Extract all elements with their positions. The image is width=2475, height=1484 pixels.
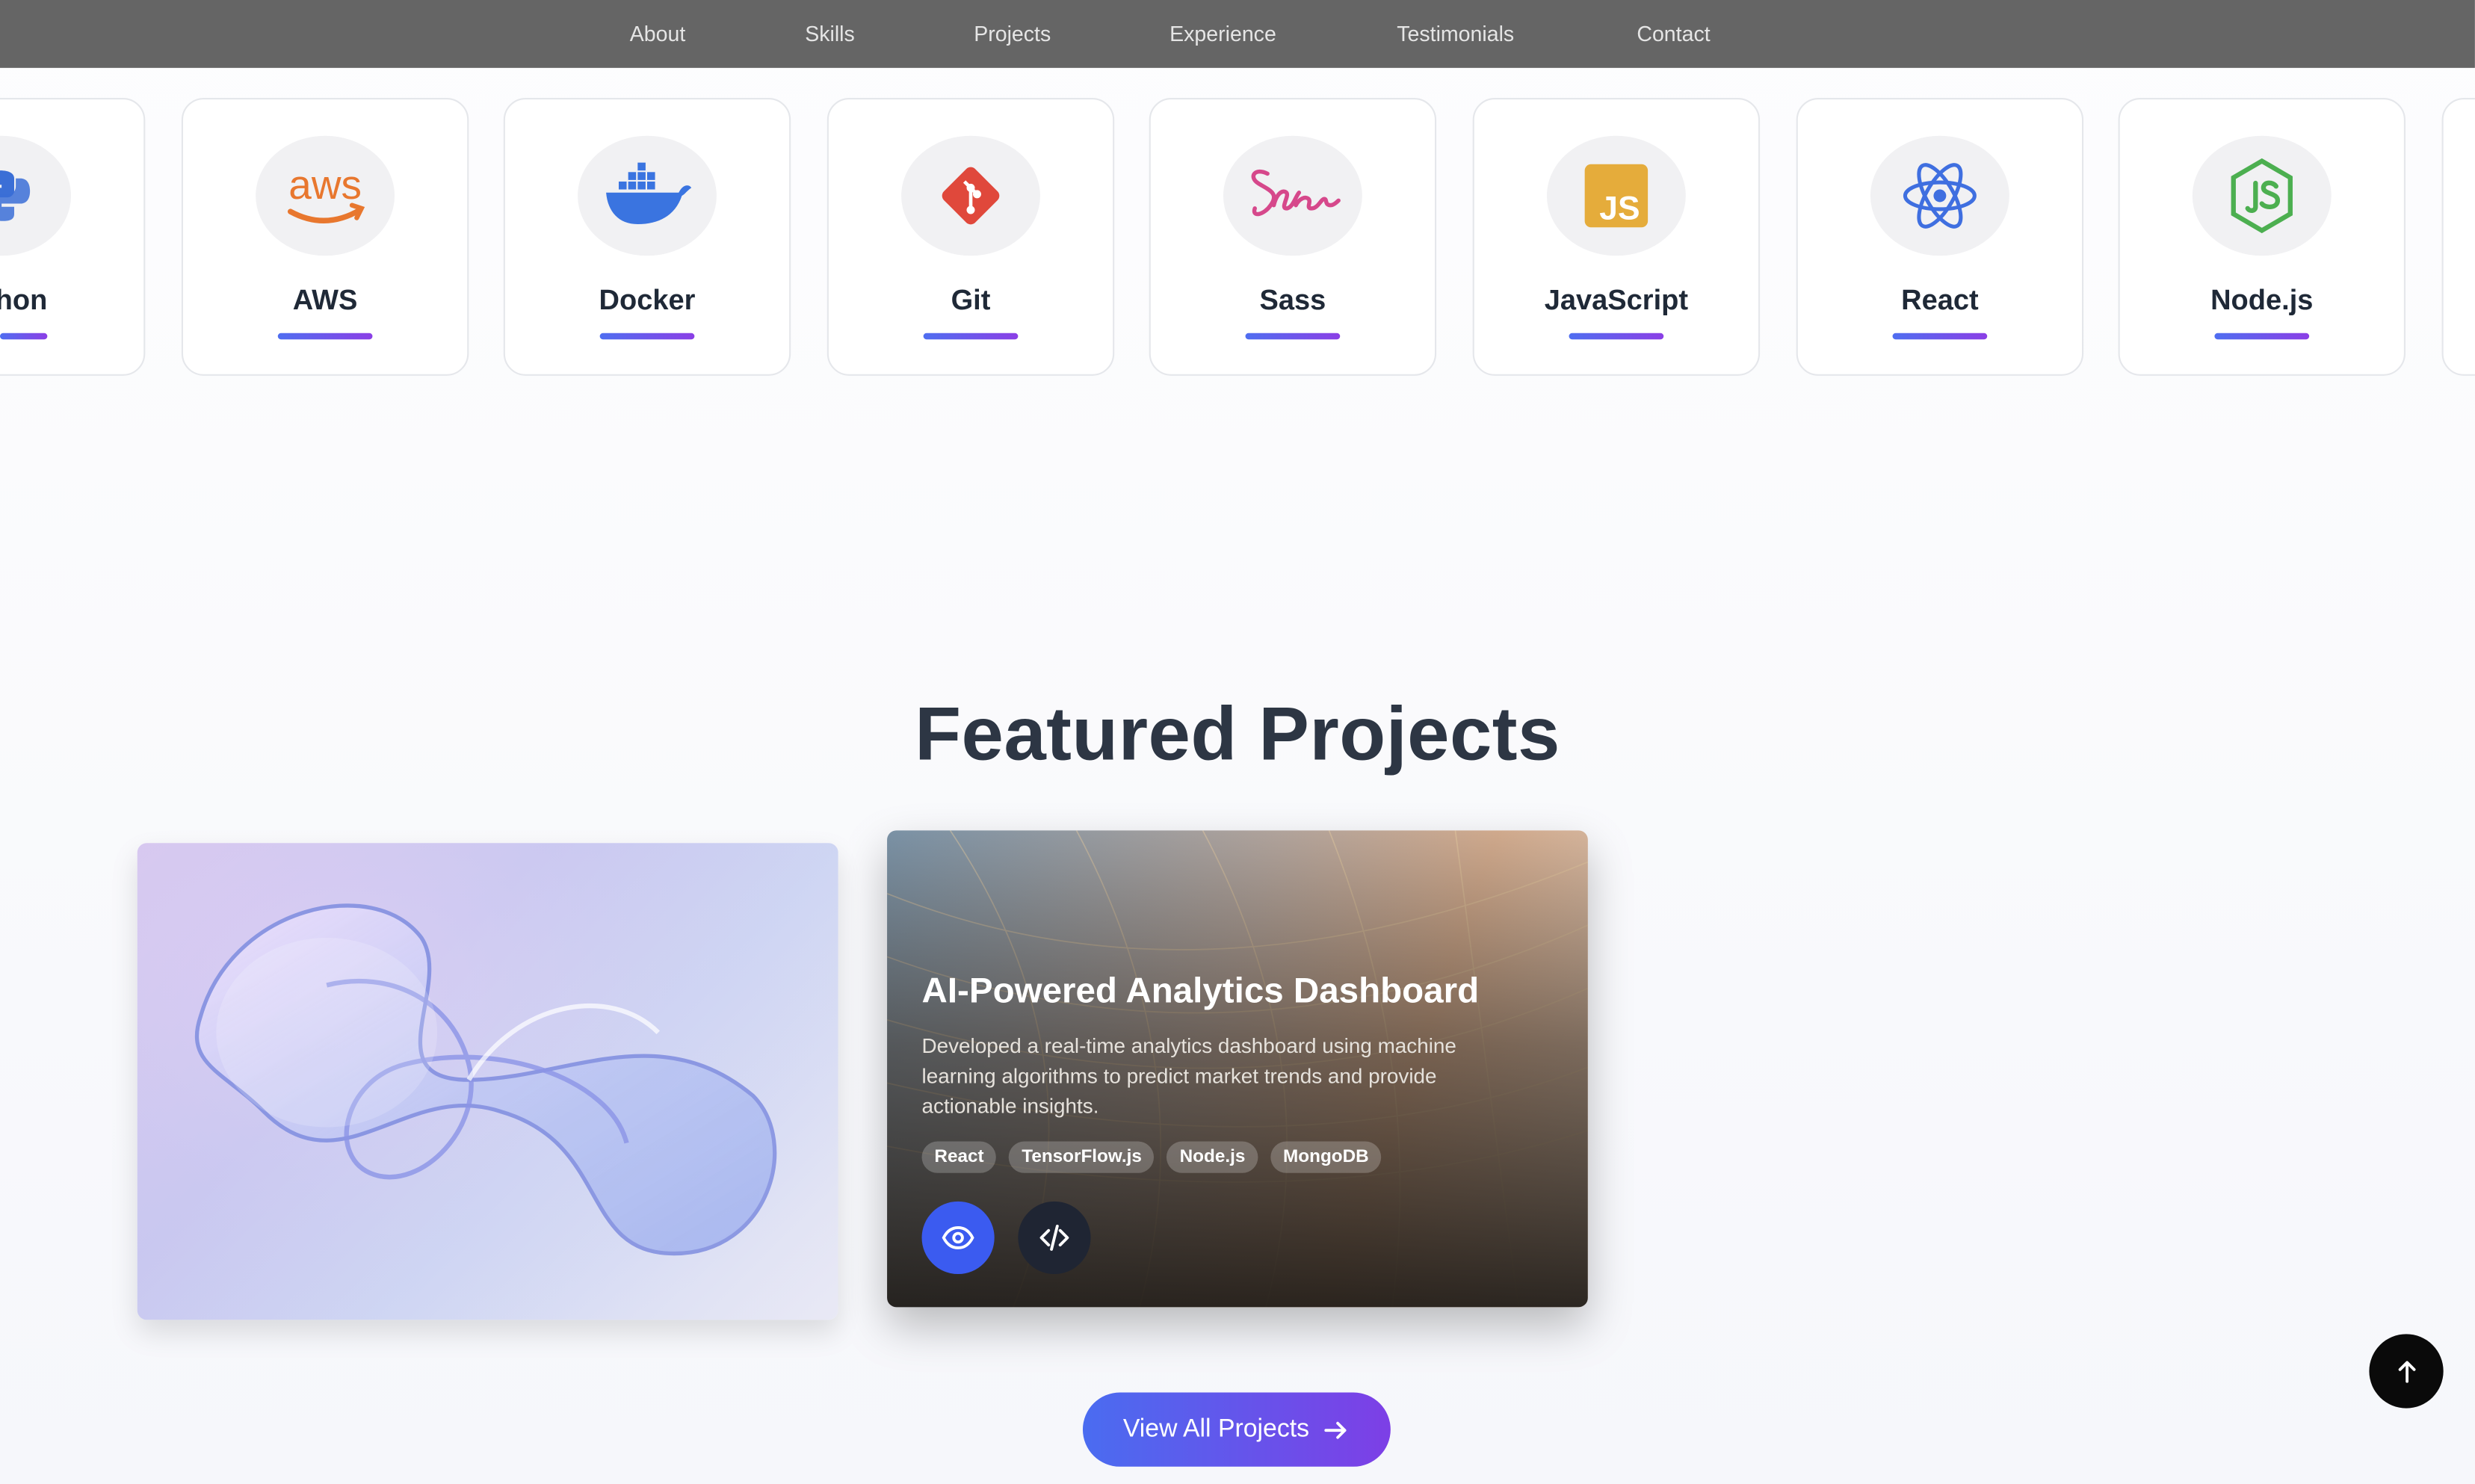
view-code-button[interactable] — [1018, 1201, 1091, 1275]
sass-icon — [1251, 169, 1341, 217]
project-card-featured[interactable]: AI-Powered Analytics Dashboard Developed… — [887, 830, 1588, 1308]
skill-name: Sass — [1259, 284, 1326, 316]
skill-icon-circle — [1223, 135, 1362, 256]
view-all-projects-button[interactable]: View All Projects — [1082, 1392, 1391, 1467]
skill-icon-circle — [1870, 135, 2009, 256]
skill-icon-circle — [578, 135, 717, 256]
javascript-icon: JS — [1584, 164, 1649, 228]
skill-name: Git — [951, 284, 991, 316]
abstract-glass-ribbon-image — [137, 843, 838, 1320]
section-title: Featured Projects — [915, 693, 1560, 777]
skill-bar — [599, 333, 695, 340]
code-icon — [1039, 1225, 1069, 1251]
skill-bar — [923, 333, 1019, 340]
docker-icon — [606, 162, 692, 225]
skill-icon-circle — [0, 135, 72, 256]
python-icon — [0, 170, 31, 221]
project-tags: React TensorFlow.js Node.js MongoDB — [921, 1141, 1382, 1173]
skill-icon-circle: JS — [1546, 135, 1686, 256]
eye-icon — [942, 1225, 974, 1249]
nav-link-skills[interactable]: Skills — [805, 22, 855, 46]
nav-link-projects[interactable]: Projects — [974, 22, 1051, 46]
svg-text:JS: JS — [1599, 191, 1640, 227]
top-nav: About Skills Projects Experience Testimo… — [0, 0, 2475, 68]
arrow-right-icon — [1325, 1420, 1347, 1438]
skill-bar — [2214, 333, 2310, 340]
nav-link-experience[interactable]: Experience — [1169, 22, 1276, 46]
nodejs-icon — [2231, 158, 2293, 234]
skill-card-nodejs: Node.js — [2118, 97, 2406, 376]
skill-icon-circle — [2192, 135, 2332, 256]
tag-tensorflowjs: TensorFlow.js — [1009, 1141, 1155, 1173]
scroll-to-top-button[interactable] — [2369, 1334, 2444, 1409]
skill-bar — [277, 333, 373, 340]
project-title: AI-Powered Analytics Dashboard — [921, 971, 1480, 1011]
skill-bar — [1569, 333, 1664, 340]
arrow-up-icon — [2397, 1360, 2415, 1382]
git-icon — [942, 167, 1000, 225]
skill-icon-circle — [901, 135, 1040, 256]
skill-card-partial — [2441, 97, 2475, 376]
nav-link-about[interactable]: About — [630, 22, 686, 46]
aws-icon: aws — [287, 161, 365, 223]
skill-card-aws: aws AWS — [181, 97, 469, 376]
skill-card-react: React — [1796, 97, 2084, 376]
skill-name: JavaScript — [1544, 284, 1689, 316]
project-card-image[interactable] — [137, 843, 838, 1320]
svg-text:aws: aws — [288, 161, 362, 208]
view-all-projects-label: View All Projects — [1122, 1415, 1310, 1443]
skill-name: Node.js — [2210, 284, 2314, 316]
skill-name: React — [1901, 284, 1979, 316]
skill-bar — [1245, 333, 1341, 340]
skill-card-javascript: JS JavaScript — [1472, 97, 1761, 376]
skill-card-docker: Docker — [503, 97, 791, 376]
tag-react: React — [921, 1141, 997, 1173]
tag-nodejs: Node.js — [1167, 1141, 1258, 1173]
react-icon — [1903, 163, 1977, 229]
skill-card-python: hon — [0, 97, 146, 376]
tag-mongodb: MongoDB — [1270, 1141, 1382, 1173]
skill-name: Docker — [599, 284, 696, 316]
project-description: Developed a real-time analytics dashboar… — [921, 1033, 1456, 1118]
nav-link-testimonials[interactable]: Testimonials — [1397, 22, 1514, 46]
view-project-button[interactable] — [921, 1201, 995, 1275]
skill-name: hon — [0, 284, 48, 316]
page: About Skills Projects Experience Testimo… — [0, 0, 2475, 1484]
skill-name: AWS — [292, 284, 358, 316]
skill-bar — [0, 333, 48, 340]
skill-card-git: Git — [826, 97, 1115, 376]
skill-icon-circle: aws — [256, 135, 395, 256]
nav-link-contact[interactable]: Contact — [1637, 22, 1710, 46]
skill-bar — [1892, 333, 1988, 340]
skill-card-sass: Sass — [1149, 97, 1437, 376]
